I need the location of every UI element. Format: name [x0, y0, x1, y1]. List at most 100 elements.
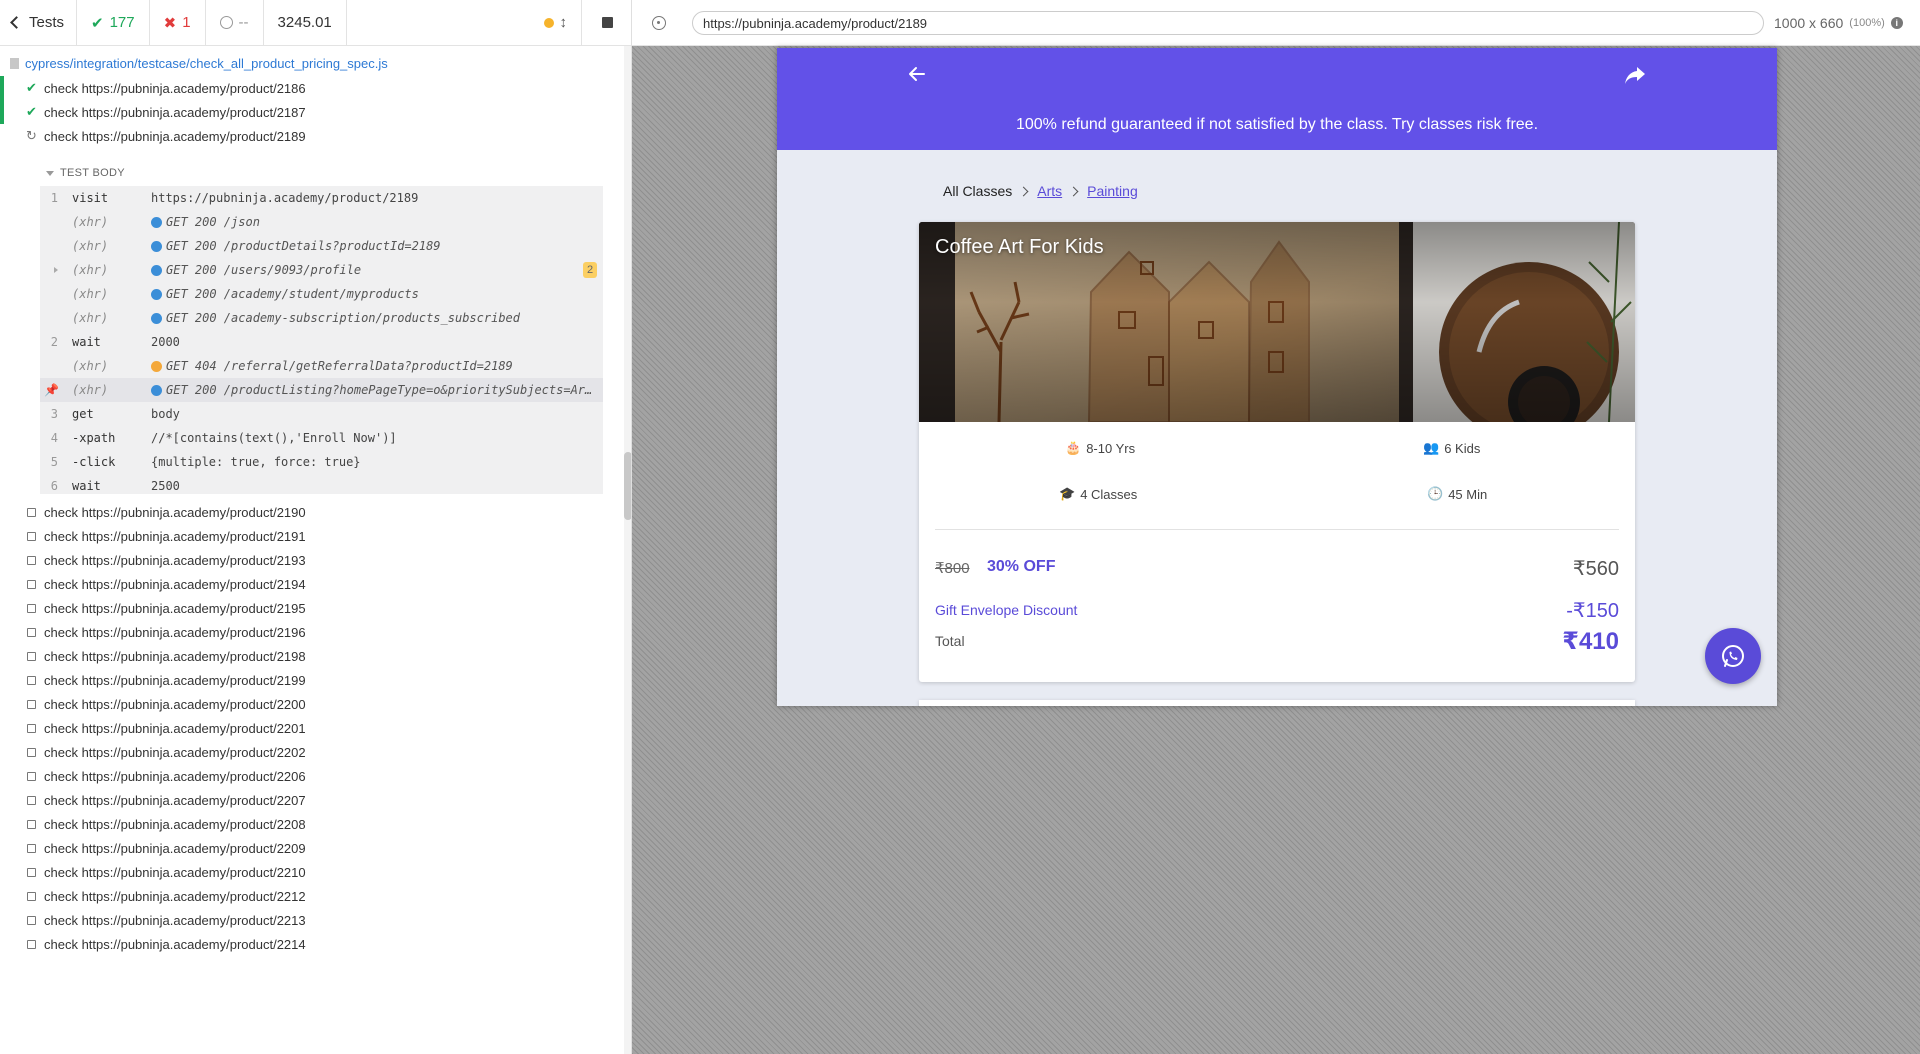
- test-item[interactable]: check https://pubninja.academy/product/2…: [0, 692, 631, 716]
- test-item-label: check https://pubninja.academy/product/2…: [44, 936, 306, 952]
- pending-count[interactable]: --: [206, 0, 264, 45]
- test-item[interactable]: check https://pubninja.academy/product/2…: [0, 572, 631, 596]
- breadcrumb-arts[interactable]: Arts: [1037, 183, 1062, 199]
- duration: 3245.01: [264, 0, 347, 45]
- expand-triangle-icon[interactable]: [54, 267, 58, 273]
- test-item[interactable]: check https://pubninja.academy/product/2…: [0, 548, 631, 572]
- test-item[interactable]: check https://pubninja.academy/product/2…: [0, 644, 631, 668]
- selector-playground-button[interactable]: [632, 0, 686, 46]
- breadcrumb-all-classes[interactable]: All Classes: [943, 183, 1012, 199]
- test-item-label: check https://pubninja.academy/product/2…: [44, 720, 306, 736]
- graduation-cap-icon: 🎓: [1059, 486, 1076, 501]
- crosshair-icon: [652, 15, 666, 30]
- test-item[interactable]: check https://pubninja.academy/product/2…: [0, 836, 631, 860]
- command-row[interactable]: 2 wait 2000: [40, 330, 603, 354]
- info-icon[interactable]: i: [1890, 17, 1903, 29]
- checkbox-icon: [27, 603, 36, 613]
- auto-scroll-icon[interactable]: ↕: [560, 14, 568, 31]
- command-message: {multiple: true, force: true}: [151, 455, 361, 469]
- test-item[interactable]: check https://pubninja.academy/product/2…: [0, 596, 631, 620]
- checkbox-icon: [27, 579, 36, 589]
- command-message: https://pubninja.academy/product/2189: [151, 191, 418, 205]
- checkbox-icon: [27, 699, 36, 709]
- test-item[interactable]: check https://pubninja.academy/product/2…: [0, 524, 631, 548]
- checkbox-icon: [27, 819, 36, 829]
- viewport-info[interactable]: 1000 x 660 (100%) i: [1774, 0, 1903, 46]
- status-dot-icon: [151, 312, 162, 324]
- command-row[interactable]: (xhr) GET 200 /academy/student/myproducts: [40, 282, 603, 306]
- test-item[interactable]: ✔ check https://pubninja.academy/product/…: [0, 76, 631, 100]
- command-row[interactable]: 3 get body: [40, 402, 603, 426]
- command-name: (xhr): [72, 215, 109, 229]
- product-card: Coffee Art For Kids 🎂 8-10 Yrs 👥 6 Kids …: [919, 222, 1635, 682]
- command-message-text: https://pubninja.academy/product/2189: [151, 191, 419, 205]
- checkbox-icon: [27, 867, 36, 877]
- test-item[interactable]: ↻ check https://pubninja.academy/product/…: [0, 124, 631, 148]
- command-message-text: body: [151, 407, 180, 421]
- command-row[interactable]: 4 -xpath //*[contains(text(),'Enroll Now')…: [40, 426, 603, 450]
- test-item[interactable]: check https://pubninja.academy/product/2…: [0, 908, 631, 932]
- command-number: 3: [50, 407, 58, 421]
- next-card: [919, 700, 1635, 706]
- test-item[interactable]: check https://pubninja.academy/product/2…: [0, 932, 631, 956]
- reporter-scrollbar-thumb[interactable]: [624, 452, 631, 520]
- kids-meta: 👥 6 Kids: [1423, 440, 1480, 456]
- test-item[interactable]: check https://pubninja.academy/product/2…: [0, 764, 631, 788]
- command-row[interactable]: (xhr) GET 200 /users/9093/profile 2: [40, 258, 603, 282]
- test-item-label: check https://pubninja.academy/product/2…: [44, 672, 306, 688]
- command-message: GET 200 /productListing?homePageType=o&p…: [151, 383, 591, 397]
- command-message: body: [151, 407, 180, 421]
- command-name: (xhr): [72, 311, 109, 325]
- check-icon: ✔: [26, 104, 37, 119]
- tests-back-button[interactable]: Tests: [0, 0, 78, 45]
- test-item[interactable]: check https://pubninja.academy/product/2…: [0, 812, 631, 836]
- file-icon: [10, 57, 19, 69]
- stop-button[interactable]: [582, 0, 631, 45]
- back-arrow-icon[interactable]: [907, 64, 927, 84]
- test-item[interactable]: check https://pubninja.academy/product/2…: [0, 716, 631, 740]
- checkbox-icon: [27, 651, 36, 661]
- aut-url-field[interactable]: https://pubninja.academy/product/2189: [692, 11, 1764, 35]
- whatsapp-button[interactable]: [1705, 628, 1761, 684]
- share-icon[interactable]: [1623, 64, 1647, 86]
- breadcrumb: All Classes Arts Painting: [943, 183, 1138, 199]
- command-name: (xhr): [72, 359, 109, 373]
- test-item[interactable]: check https://pubninja.academy/product/2…: [0, 740, 631, 764]
- failed-count[interactable]: ✖ 1: [150, 0, 206, 45]
- command-row[interactable]: 1 visit https://pubninja.academy/product/2…: [40, 186, 603, 210]
- command-row[interactable]: (xhr) GET 404 /referral/getReferralData?p…: [40, 354, 603, 378]
- breadcrumb-painting[interactable]: Painting: [1087, 183, 1138, 199]
- users-icon: 👥: [1423, 440, 1440, 455]
- test-item-label: check https://pubninja.academy/product/2…: [44, 744, 306, 760]
- passed-indicator-bar: [0, 76, 4, 100]
- test-item[interactable]: check https://pubninja.academy/product/2…: [0, 500, 631, 524]
- reporter-scrollbar[interactable]: [624, 46, 631, 1054]
- test-item[interactable]: check https://pubninja.academy/product/2…: [0, 668, 631, 692]
- command-row[interactable]: 5 -click {multiple: true, force: true}: [40, 450, 603, 474]
- command-message-text: //*[contains(text(),'Enroll Now')]: [151, 431, 397, 445]
- command-row[interactable]: 6 wait 2500: [40, 474, 603, 498]
- command-message-text: {multiple: true, force: true}: [151, 455, 361, 469]
- command-message-text: GET 200 /academy/student/myproducts: [166, 287, 419, 301]
- passed-indicator-bar: [0, 100, 4, 124]
- test-item[interactable]: check https://pubninja.academy/product/2…: [0, 884, 631, 908]
- passed-count[interactable]: ✔ 177: [77, 0, 150, 45]
- discount-badge: 30% OFF: [987, 558, 1056, 575]
- test-body-header[interactable]: TEST BODY: [46, 163, 125, 183]
- command-row[interactable]: (xhr) GET 200 /academy-subscription/produ…: [40, 306, 603, 330]
- checkbox-icon: [27, 939, 36, 949]
- test-item[interactable]: check https://pubninja.academy/product/2…: [0, 860, 631, 884]
- command-row[interactable]: 📌 (xhr) GET 200 /productListing?homePageTy…: [40, 378, 603, 402]
- command-name: wait: [72, 479, 101, 493]
- command-row[interactable]: (xhr) GET 200 /json: [40, 210, 603, 234]
- test-item-label: check https://pubninja.academy/product/2…: [44, 648, 306, 664]
- gift-discount-label[interactable]: Gift Envelope Discount: [935, 602, 1077, 618]
- test-item[interactable]: check https://pubninja.academy/product/2…: [0, 788, 631, 812]
- test-reporter-panel: Tests ✔ 177 ✖ 1 -- 3245.01 ↕ cypress/int…: [0, 0, 632, 1054]
- test-item[interactable]: check https://pubninja.academy/product/2…: [0, 620, 631, 644]
- command-message: GET 200 /productDetails?productId=2189: [151, 239, 441, 253]
- test-item-label: check https://pubninja.academy/product/2…: [44, 912, 306, 928]
- command-row[interactable]: (xhr) GET 200 /productDetails?productId=2…: [40, 234, 603, 258]
- spec-path[interactable]: cypress/integration/testcase/check_all_p…: [0, 50, 631, 76]
- test-item[interactable]: ✔ check https://pubninja.academy/product/…: [0, 100, 631, 124]
